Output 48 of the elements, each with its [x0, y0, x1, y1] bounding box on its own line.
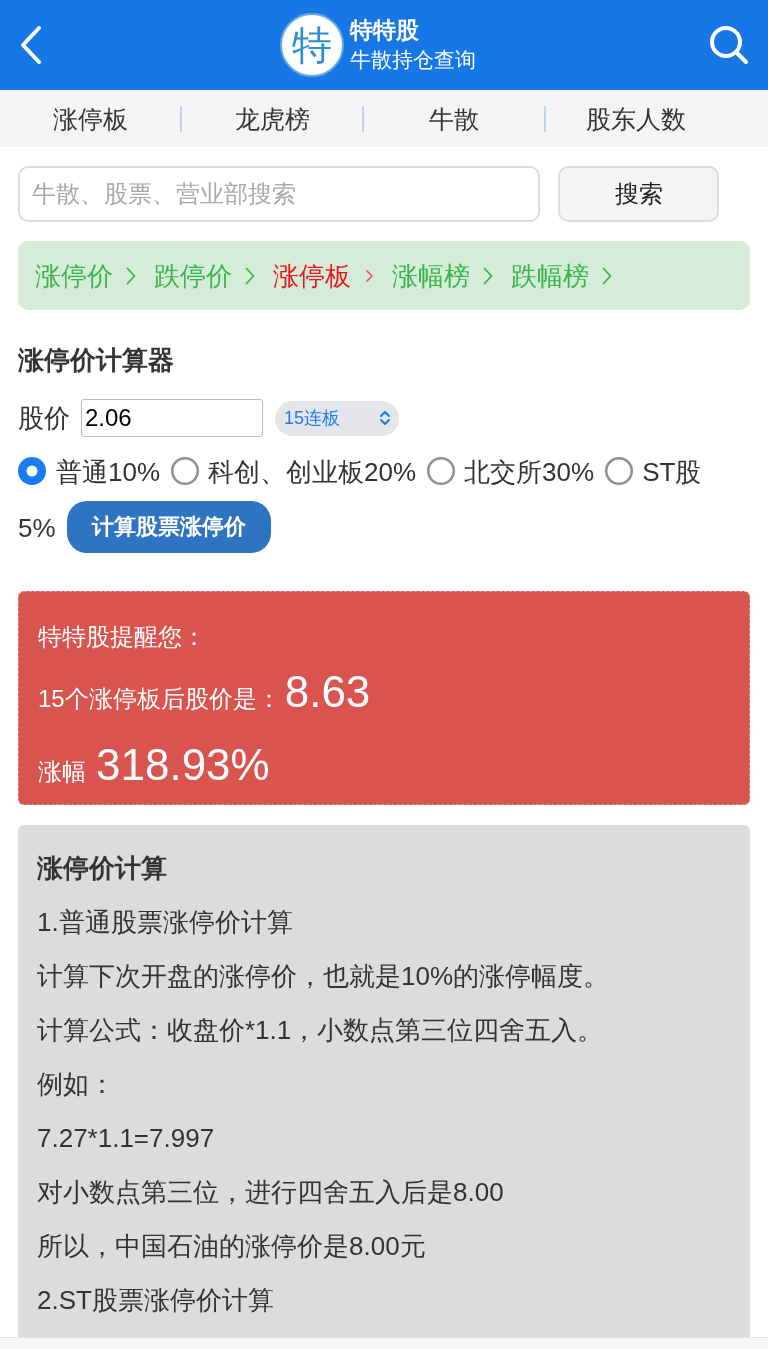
info-text: 2.ST股票涨停价计算 [37, 1284, 275, 1318]
radio-label: 北交所30% [464, 457, 595, 487]
nav-tab[interactable]: 股东人数 [546, 98, 726, 139]
alert-heading: 特特股提醒您： [38, 622, 207, 653]
back-button[interactable] [18, 25, 44, 65]
board-count-select[interactable]: 15连板 [275, 400, 399, 436]
result-change: 318.93% [96, 740, 270, 790]
nav-tab[interactable]: 涨停板 [0, 98, 180, 139]
radio-label: 普通10% [56, 457, 161, 487]
updown-chevron-icon [379, 409, 391, 427]
chevron-right-icon [126, 266, 136, 285]
radio-button[interactable] [171, 457, 200, 486]
nav-tab[interactable]: 龙虎榜 [182, 98, 362, 139]
chevron-left-icon [19, 25, 43, 65]
info-text: 所以，中国石油的涨停价是8.00元 [37, 1230, 427, 1264]
result-label: 15个涨停板后股价是： [38, 685, 281, 713]
info-text: 例如： [37, 1068, 116, 1102]
radio-button[interactable] [427, 457, 456, 486]
chevron-right-icon [483, 266, 493, 285]
app-subtitle: 牛散持仓查询 [350, 47, 476, 73]
logo: 特 [280, 13, 344, 77]
result-price: 8.63 [284, 667, 371, 717]
info-heading: 涨停价计算 [37, 852, 168, 886]
info-text: 计算下次开盘的涨停价，也就是10%的涨停幅度。 [37, 960, 611, 994]
radio-label: 科创、创业板20% [208, 457, 417, 487]
price-input[interactable]: 2.06 [81, 399, 263, 437]
calculate-button[interactable]: 计算股票涨停价 [66, 501, 271, 554]
app-title: 特特股 [350, 16, 420, 45]
result-label: 涨幅 [38, 758, 86, 786]
breadcrumb-link[interactable]: 涨停板 [273, 257, 351, 294]
info-text: 7.27*1.1=7.997 [37, 1122, 216, 1156]
info-text: 1.普通股票涨停价计算 [37, 906, 294, 940]
radio-button[interactable] [605, 457, 634, 486]
radio-label: ST股 [642, 457, 702, 487]
info-text: 计算公式：收盘价*1.1，小数点第三位四舍五入。 [37, 1014, 605, 1048]
radio-button[interactable] [18, 457, 46, 486]
chevron-right-icon [602, 266, 612, 285]
search-field[interactable]: 牛散、股票、营业部搜索 [18, 166, 540, 222]
chevron-right-icon [366, 269, 373, 282]
chevron-right-icon [245, 266, 255, 285]
price-label: 股价 [18, 402, 70, 435]
search-submit-button[interactable]: 搜索 [558, 166, 719, 222]
info-text: 对小数点第三位，进行四舍五入后是8.00 [37, 1176, 505, 1210]
radio-label: 5% [18, 513, 56, 543]
nav-tab[interactable]: 牛散 [364, 98, 544, 139]
search-icon [709, 25, 749, 65]
section-heading: 涨停价计算器 [17, 344, 175, 377]
search-button[interactable] [708, 24, 750, 66]
